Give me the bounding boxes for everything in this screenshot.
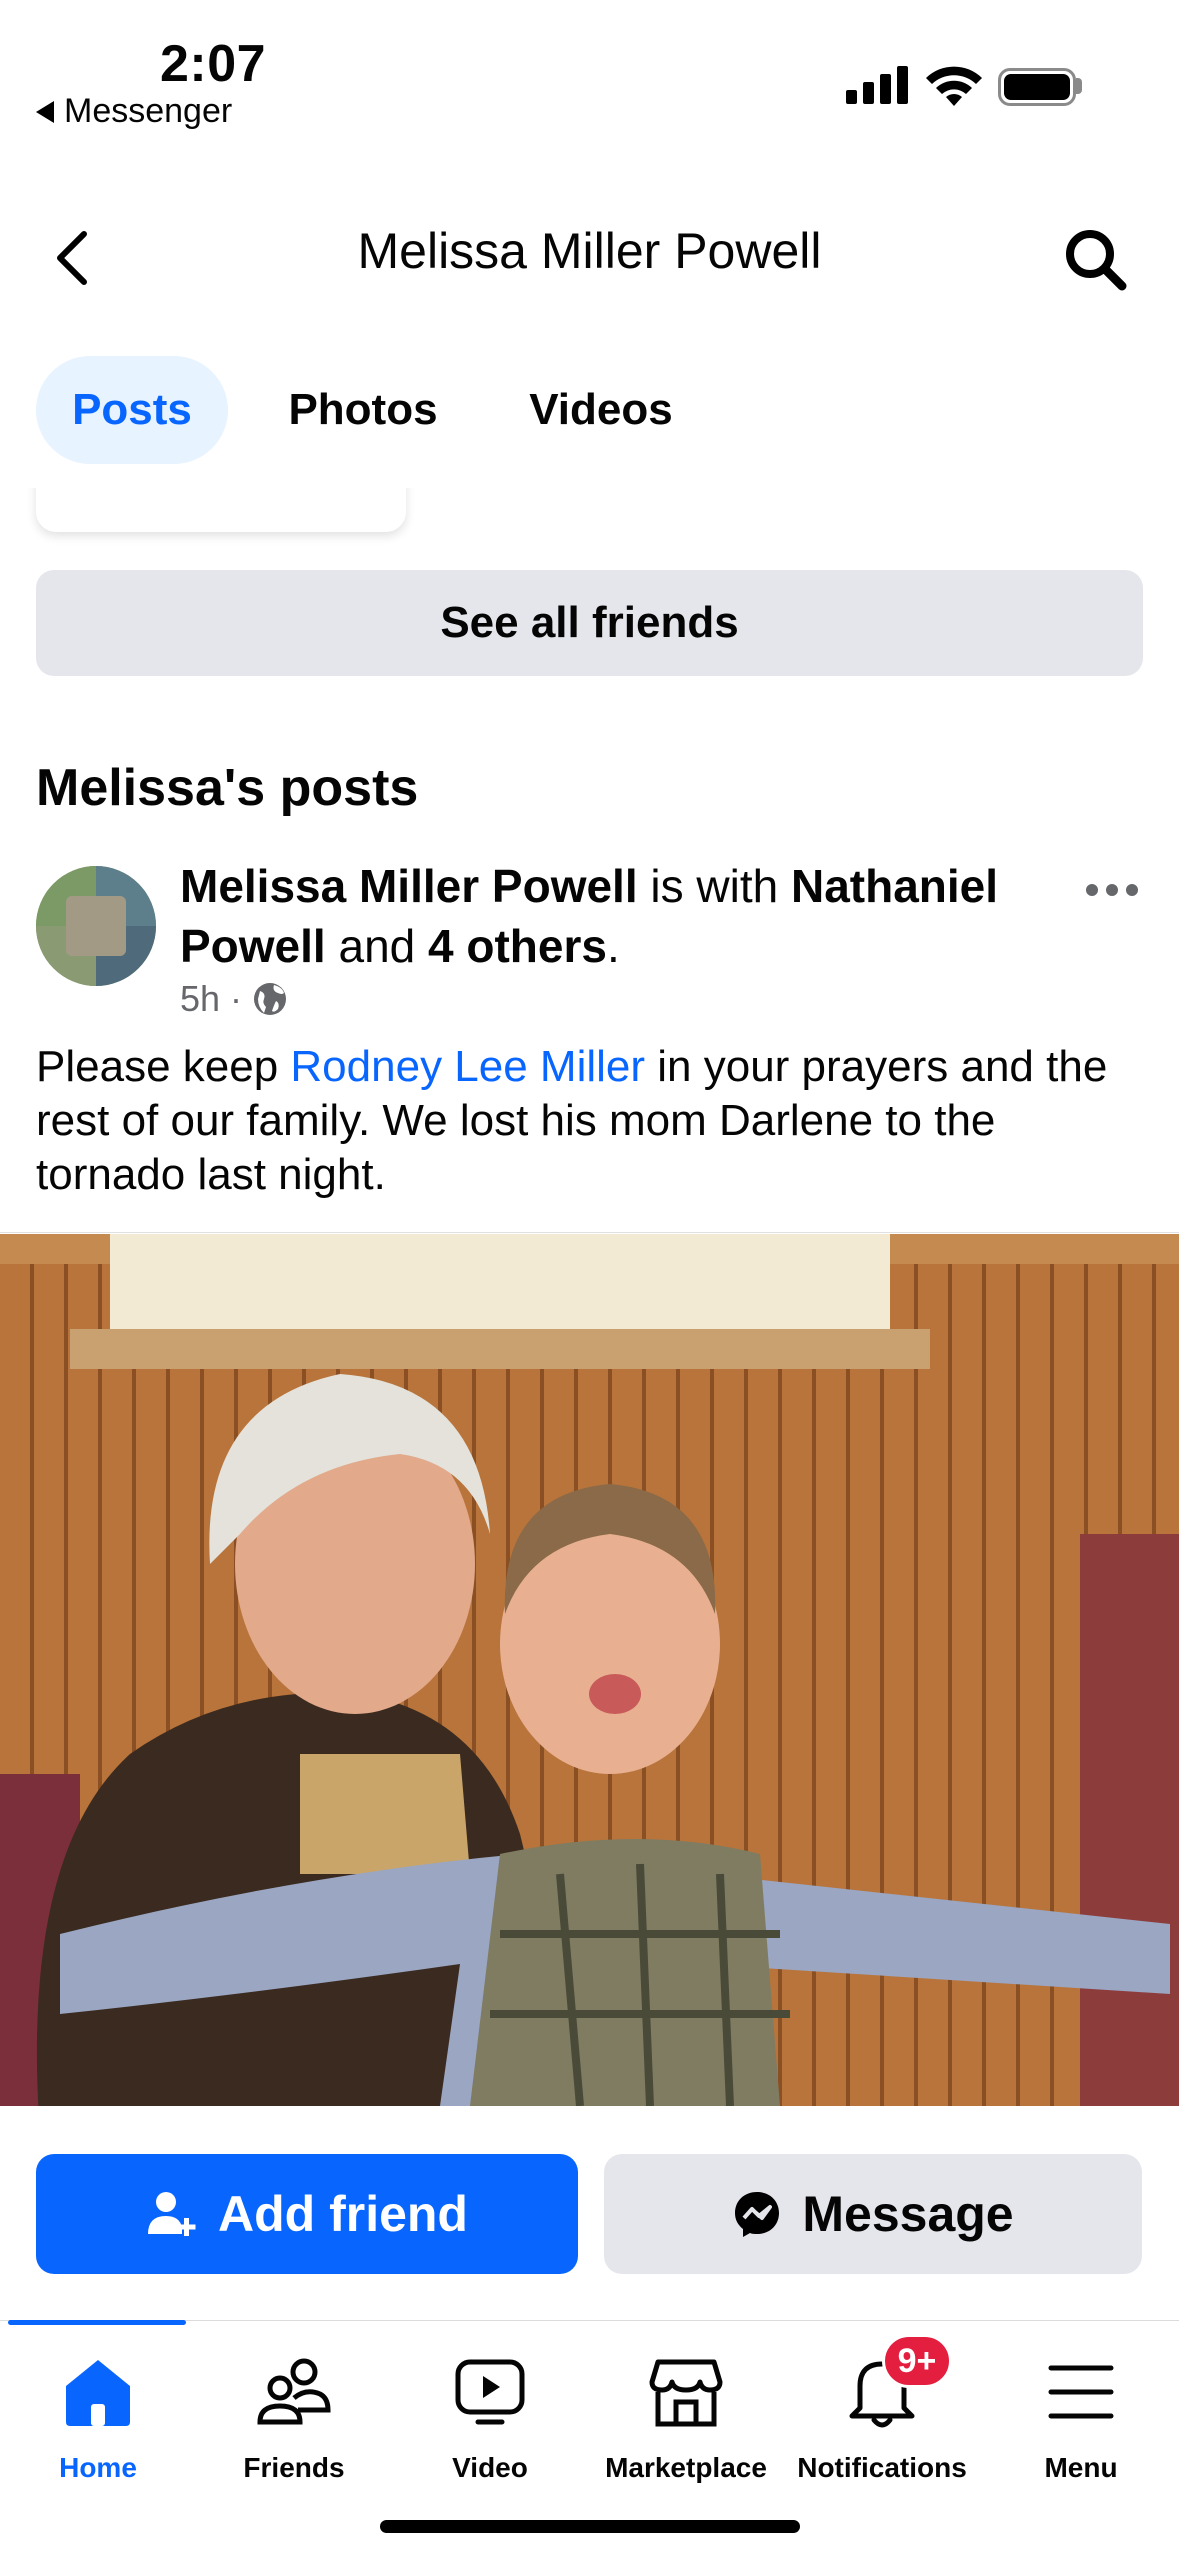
tab-videos[interactable]: Videos bbox=[508, 356, 694, 464]
post-photo[interactable] bbox=[0, 1234, 1179, 2106]
friends-icon bbox=[257, 2358, 331, 2425]
nav-friends-label: Friends bbox=[243, 2452, 345, 2483]
post-time[interactable]: 5h bbox=[180, 978, 220, 1020]
notifications-badge: 9+ bbox=[882, 2334, 952, 2388]
battery-icon bbox=[998, 68, 1076, 106]
section-title: Melissa's posts bbox=[36, 759, 419, 817]
nav-marketplace-label: Marketplace bbox=[605, 2452, 767, 2483]
post-header: Melissa Miller Powell is with Nathaniel … bbox=[180, 856, 1020, 976]
page-title: Melissa Miller Powell bbox=[357, 223, 822, 279]
nav-notifications-label: Notifications bbox=[797, 2452, 967, 2483]
meta-dot: · bbox=[230, 978, 243, 1019]
add-friend-label: Add friend bbox=[218, 2186, 468, 2242]
tabs-bottom-edge bbox=[0, 464, 1179, 488]
active-tab-indicator bbox=[8, 2320, 186, 2325]
wifi-icon bbox=[926, 66, 982, 106]
message-button[interactable]: Message bbox=[604, 2154, 1142, 2274]
messenger-icon bbox=[735, 2192, 780, 2237]
battery-tip bbox=[1076, 78, 1082, 94]
mentioned-person-link[interactable]: Rodney Lee Miller bbox=[290, 1042, 645, 1091]
back-to-app-link[interactable]: Messenger bbox=[36, 92, 232, 131]
nav-menu[interactable]: Menu bbox=[983, 2352, 1179, 2484]
tab-photos[interactable]: Photos bbox=[270, 356, 456, 464]
message-label: Message bbox=[802, 2186, 1014, 2242]
nav-home[interactable]: Home bbox=[0, 2352, 196, 2484]
menu-icon bbox=[1048, 2365, 1114, 2419]
post-and-text: and bbox=[338, 920, 416, 972]
globe-icon bbox=[254, 983, 287, 1015]
search-icon[interactable] bbox=[1060, 222, 1130, 294]
video-icon bbox=[455, 2359, 525, 2425]
nav-marketplace[interactable]: Marketplace bbox=[588, 2352, 784, 2484]
home-indicator[interactable] bbox=[380, 2520, 800, 2533]
post-period: . bbox=[606, 920, 620, 972]
marketplace-icon bbox=[649, 2359, 723, 2427]
nav-notifications[interactable]: Notifications bbox=[784, 2352, 980, 2484]
post-text-before: Please keep bbox=[36, 1042, 291, 1091]
back-triangle-icon bbox=[36, 100, 54, 123]
divider bbox=[0, 1232, 1179, 1233]
back-app-label: Messenger bbox=[64, 92, 233, 130]
nav-home-label: Home bbox=[59, 2452, 137, 2483]
post-author-link[interactable]: Melissa Miller Powell bbox=[180, 860, 638, 912]
avatar[interactable] bbox=[36, 866, 156, 986]
more-options-icon[interactable] bbox=[1086, 884, 1138, 896]
nav-video-label: Video bbox=[452, 2452, 528, 2483]
post-meta: 5h · bbox=[180, 978, 288, 1020]
status-time: 2:07 bbox=[160, 35, 267, 93]
nav-friends[interactable]: Friends bbox=[196, 2352, 392, 2484]
post-with-text: is with bbox=[650, 860, 779, 912]
see-all-friends-button[interactable]: See all friends bbox=[36, 570, 1143, 676]
others-link[interactable]: 4 others bbox=[428, 920, 607, 972]
post-text: Please keep Rodney Lee Miller in your pr… bbox=[36, 1040, 1146, 1202]
nav-menu-label: Menu bbox=[1044, 2452, 1118, 2483]
add-friend-icon bbox=[148, 2192, 196, 2236]
add-friend-button[interactable]: Add friend bbox=[36, 2154, 578, 2274]
cellular-signal-icon bbox=[846, 66, 908, 104]
home-icon bbox=[66, 2360, 130, 2426]
tab-posts[interactable]: Posts bbox=[36, 356, 228, 464]
nav-video[interactable]: Video bbox=[392, 2352, 588, 2484]
